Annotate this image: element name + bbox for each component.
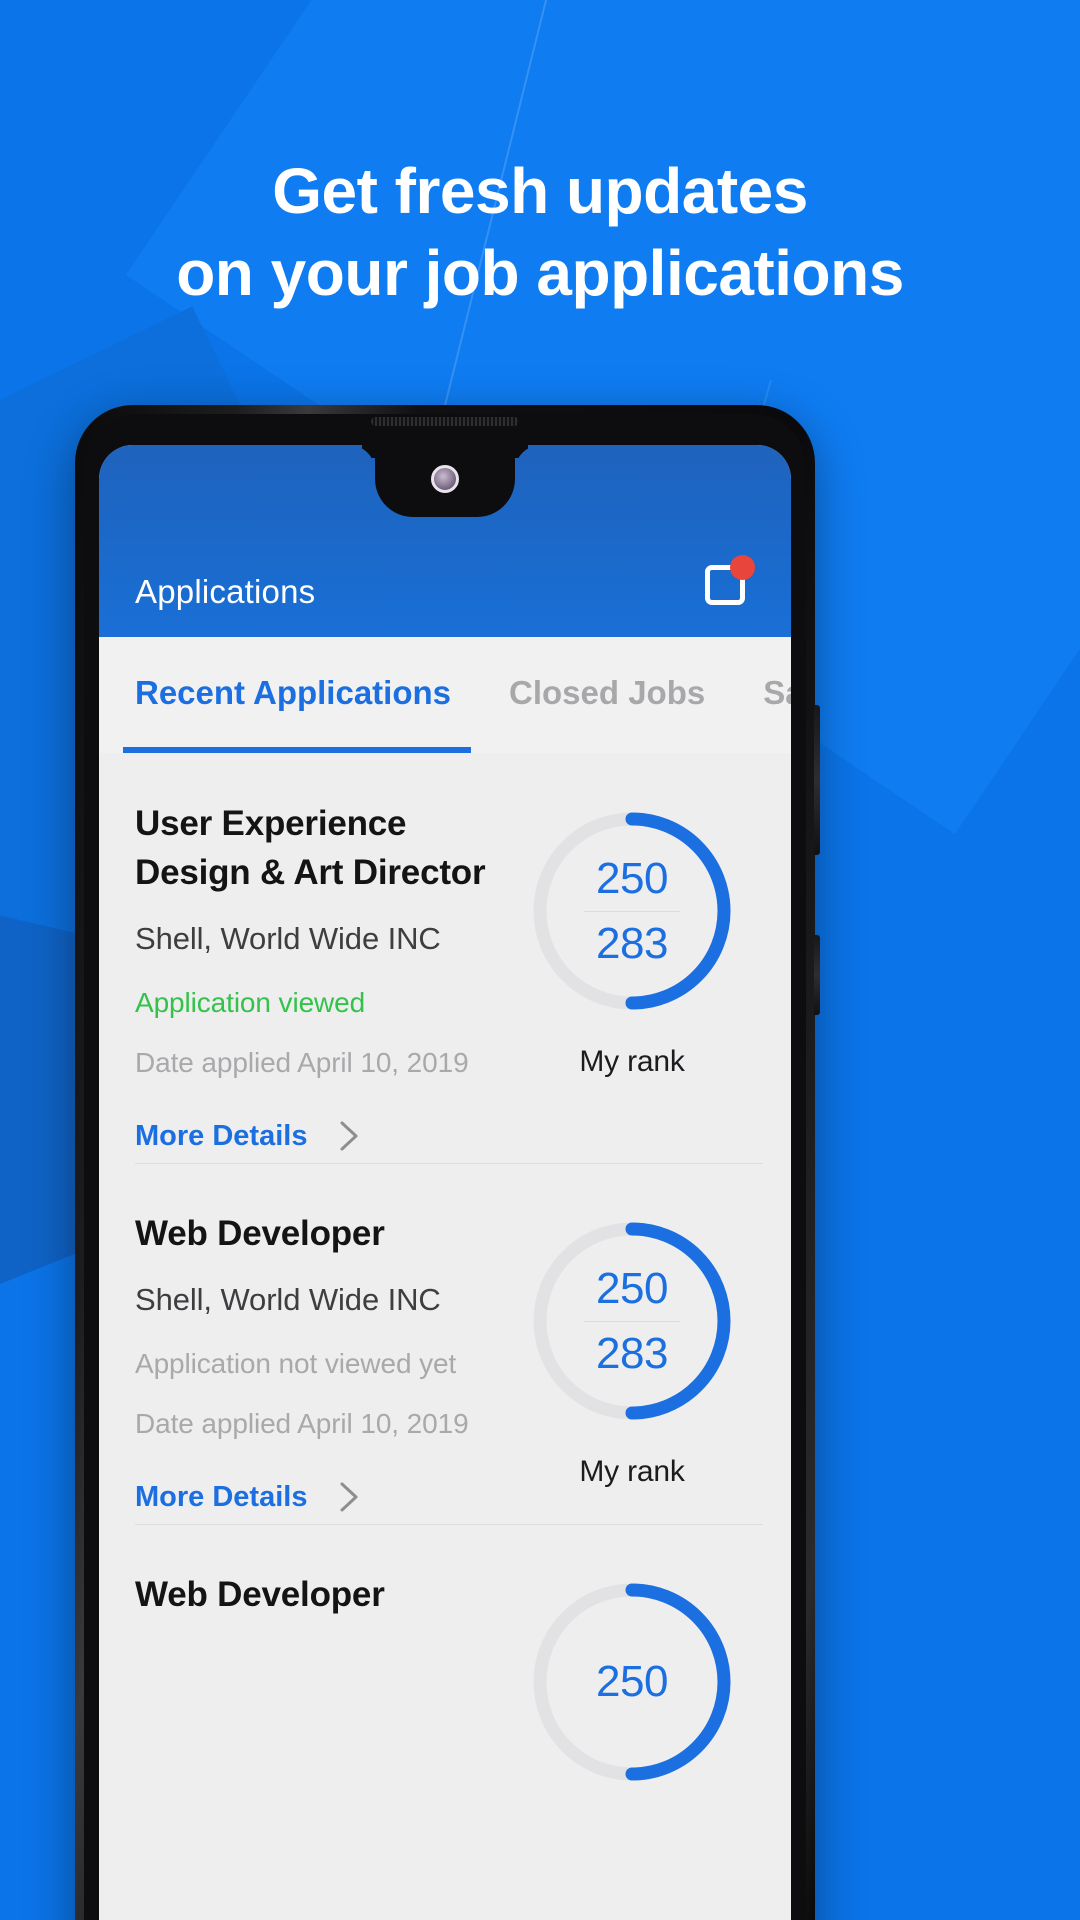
more-details-label: More Details	[135, 1480, 308, 1513]
rank-gauge: 250 283	[524, 1213, 740, 1429]
date-applied: Date applied April 10, 2019	[135, 1047, 469, 1078]
job-title: User Experience Design & Art Director	[135, 804, 486, 892]
tab-saved[interactable]: Saved	[763, 674, 791, 716]
tab-closed-jobs[interactable]: Closed Jobs	[509, 674, 705, 716]
phone-side-button-power	[814, 935, 820, 1015]
more-details-label: More Details	[135, 1119, 308, 1152]
rank-gauge-wrap: 250	[507, 1570, 757, 1790]
headline-line-1: Get fresh updates	[272, 155, 808, 227]
notifications-button[interactable]	[703, 555, 755, 607]
applications-list[interactable]: User Experience Design & Art Director Sh…	[99, 753, 791, 1920]
rank-value: 250	[596, 853, 668, 903]
rank-total: 283	[596, 918, 668, 968]
rank-gauge: 250 283	[524, 803, 740, 1019]
rank-gauge-values: 250	[524, 1574, 740, 1790]
page-title: Applications	[135, 573, 316, 610]
application-card[interactable]: User Experience Design & Art Director Sh…	[99, 753, 791, 1163]
company-name: Shell, World Wide INC	[135, 1282, 441, 1317]
rank-value: 250	[596, 1263, 668, 1313]
card-divider	[135, 1163, 763, 1164]
more-details-button[interactable]: More Details	[135, 1480, 497, 1514]
rank-gauge: 250	[524, 1574, 740, 1790]
job-title: Web Developer	[135, 1214, 385, 1253]
rank-divider	[584, 910, 680, 912]
application-card-details: Web Developer	[135, 1570, 507, 1790]
application-card[interactable]: Web Developer 250	[99, 1524, 791, 1800]
application-card-details: Web Developer Shell, World Wide INC Appl…	[135, 1209, 507, 1514]
tab-recent-applications[interactable]: Recent Applications	[135, 674, 451, 716]
rank-gauge-wrap: 250 283 My rank	[507, 799, 757, 1153]
date-applied: Date applied April 10, 2019	[135, 1408, 469, 1439]
phone-side-button-volume	[814, 705, 820, 855]
earpiece-speaker	[371, 417, 519, 426]
rank-divider	[584, 1320, 680, 1322]
application-card[interactable]: Web Developer Shell, World Wide INC Appl…	[99, 1163, 791, 1524]
chevron-right-icon	[337, 1480, 361, 1514]
application-card-details: User Experience Design & Art Director Sh…	[135, 799, 507, 1153]
front-camera-icon	[431, 465, 459, 493]
phone-screen: Applications Recent Applications Closed …	[99, 445, 791, 1920]
headline-line-2: on your job applications	[176, 237, 904, 309]
rank-value: 250	[596, 1657, 668, 1706]
tab-bar[interactable]: Recent Applications Closed Jobs Saved	[99, 637, 791, 753]
card-divider	[135, 1524, 763, 1525]
promo-screenshot: Get fresh updates on your job applicatio…	[0, 0, 1080, 1920]
rank-total: 283	[596, 1328, 668, 1378]
more-details-button[interactable]: More Details	[135, 1119, 497, 1153]
rank-label: My rank	[579, 1045, 685, 1078]
application-status: Application not viewed yet	[135, 1348, 457, 1379]
company-name: Shell, World Wide INC	[135, 921, 441, 956]
rank-gauge-values: 250 283	[524, 1213, 740, 1429]
rank-gauge-wrap: 250 283 My rank	[507, 1209, 757, 1514]
application-status: Application viewed	[135, 987, 366, 1018]
promo-headline: Get fresh updates on your job applicatio…	[0, 150, 1080, 314]
phone-mockup: Applications Recent Applications Closed …	[75, 405, 820, 1920]
notification-badge-dot	[730, 555, 755, 580]
rank-gauge-values: 250 283	[524, 803, 740, 1019]
rank-label: My rank	[579, 1455, 685, 1488]
chevron-right-icon	[337, 1119, 361, 1153]
job-title: Web Developer	[135, 1575, 385, 1614]
